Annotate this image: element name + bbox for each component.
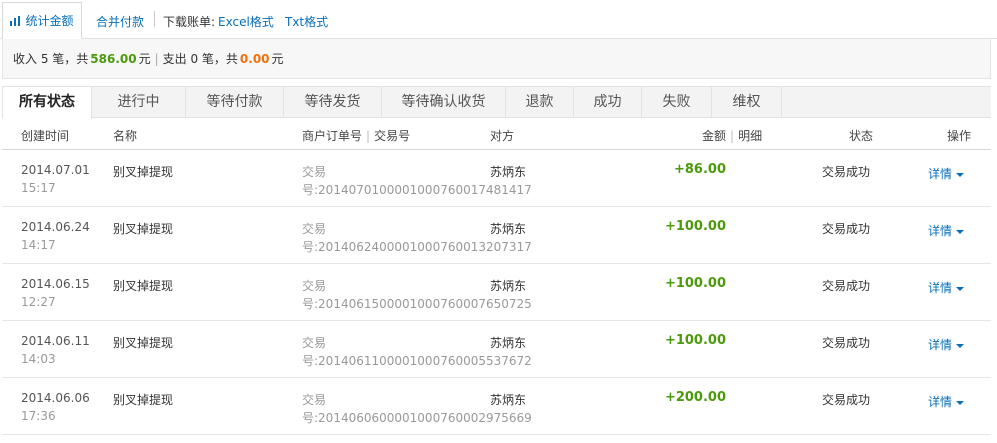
status-tabs: 所有状态 进行中 等待付款 等待发货 等待确认收货 退款 成功 失败 维权 [2,86,991,119]
tab-all-status[interactable]: 所有状态 [2,87,92,119]
table-row: 2014.07.01 15:17 别叉掉提现 交易号:2014070100001… [2,150,991,207]
col-counterparty: 对方 [490,129,515,143]
income-prefix: 收入 5 笔，共 [13,52,89,66]
row-detail-label: 详情 [928,167,953,181]
row-detail-button[interactable]: 详情 [928,222,965,239]
caret-down-icon [956,343,965,348]
row-name: 别叉掉提现 [113,336,174,350]
row-time: 14:03 [21,352,56,366]
tab-failed[interactable]: 失败 [642,87,712,118]
table-row: 2014.06.15 12:27 别叉掉提现 交易号:2014061500001… [2,264,991,321]
row-amount: +200.00 [664,390,726,405]
col-merchant-order: 商户订单号 [302,129,363,143]
row-detail-button[interactable]: 详情 [928,336,965,353]
table-header: 创建时间 名称 商户订单号 | 交易号 对方 金额 | 明细 状态 操作 [2,118,991,150]
download-bill-label: 下载账单: [163,15,216,29]
col-status: 状态 [849,129,874,143]
tab-awaiting-shipment[interactable]: 等待发货 [284,87,382,118]
row-status: 交易成功 [822,393,871,407]
row-status: 交易成功 [822,222,871,236]
caret-down-icon [956,400,965,405]
col-amount: 金额 [702,129,727,143]
row-detail-button[interactable]: 详情 [928,165,965,182]
expense-prefix: 支出 0 笔，共 [162,52,238,66]
col-divider: | [366,129,371,143]
merge-pay-link[interactable]: 合并付款 [96,13,144,30]
income-unit: 元 [138,52,151,66]
row-trade-no: 交易号:2014061500001000760007650725 [302,279,532,311]
col-action: 操作 [947,129,972,143]
table-row: 2014.06.24 14:17 别叉掉提现 交易号:2014062400001… [2,207,991,264]
row-counterparty: 苏炳东 [490,165,527,179]
row-date: 2014.06.15 [21,277,90,291]
tab-awaiting-receipt[interactable]: 等待确认收货 [382,87,506,118]
col-divider: | [730,129,735,143]
row-detail-label: 详情 [928,281,953,295]
row-name: 别叉掉提现 [113,393,174,407]
row-status: 交易成功 [822,279,871,293]
row-trade-no: 交易号:2014070100001000760017481417 [302,165,532,197]
caret-down-icon [956,172,965,177]
stats-amount-tab[interactable]: 统计金额 [2,2,82,39]
bar-chart-icon [10,15,21,26]
row-amount: +100.00 [664,333,726,348]
row-trade-no: 交易号:2014061100001000760005537672 [302,336,532,368]
row-date: 2014.06.24 [21,220,90,234]
row-name: 别叉掉提现 [113,279,174,293]
expense-amount: 0.00 [239,51,270,66]
row-time: 14:17 [21,238,56,252]
toolbar: 统计金额 合并付款 下载账单: Excel格式 Txt格式 [0,0,997,39]
row-counterparty: 苏炳东 [490,393,527,407]
col-order-numbers: 商户订单号 | 交易号 [302,127,410,144]
summary-bar: 收入 5 笔，共 586.00 元 | 支出 0 笔，共 0.00 元 [2,39,991,79]
row-trade-no: 交易号:2014060600001000760002975669 [302,393,532,425]
row-detail-button[interactable]: 详情 [928,393,965,410]
col-detail: 明细 [738,129,763,143]
tab-in-progress[interactable]: 进行中 [92,87,186,118]
col-created: 创建时间 [21,129,70,143]
row-date: 2014.06.06 [21,391,90,405]
row-status: 交易成功 [822,165,871,179]
row-detail-label: 详情 [928,395,953,409]
tab-awaiting-payment[interactable]: 等待付款 [186,87,284,118]
row-amount: +100.00 [664,276,726,291]
caret-down-icon [956,286,965,291]
download-excel-link[interactable]: Excel格式 [218,13,274,30]
tab-refund[interactable]: 退款 [506,87,574,118]
table-row: 2014.06.11 14:03 别叉掉提现 交易号:2014061100001… [2,321,991,378]
row-name: 别叉掉提现 [113,222,174,236]
row-counterparty: 苏炳东 [490,222,527,236]
stats-amount-label: 统计金额 [25,14,74,28]
row-time: 17:36 [21,409,56,423]
row-status: 交易成功 [822,336,871,350]
row-time: 15:17 [21,181,56,195]
download-txt-link[interactable]: Txt格式 [285,13,328,30]
row-counterparty: 苏炳东 [490,279,527,293]
tab-dispute[interactable]: 维权 [712,87,782,118]
row-amount: +100.00 [664,219,726,234]
table-row: 2014.06.06 17:36 别叉掉提现 交易号:2014060600001… [2,378,991,435]
row-detail-button[interactable]: 详情 [928,279,965,296]
row-counterparty: 苏炳东 [490,336,527,350]
col-amount-detail: 金额 | 明细 [702,127,762,144]
row-detail-label: 详情 [928,224,953,238]
row-time: 12:27 [21,295,56,309]
row-trade-no: 交易号:2014062400001000760013207317 [302,222,532,254]
expense-unit: 元 [271,52,284,66]
income-amount: 586.00 [90,51,137,66]
row-date: 2014.06.11 [21,334,90,348]
row-detail-label: 详情 [928,338,953,352]
caret-down-icon [956,229,965,234]
toolbar-divider [154,11,155,27]
row-amount: +86.00 [673,162,726,177]
tab-success[interactable]: 成功 [574,87,642,118]
row-date: 2014.07.01 [21,163,90,177]
row-name: 别叉掉提现 [113,165,174,179]
summary-divider: | [154,51,159,66]
col-trade-no: 交易号 [374,129,411,143]
col-name: 名称 [113,129,138,143]
